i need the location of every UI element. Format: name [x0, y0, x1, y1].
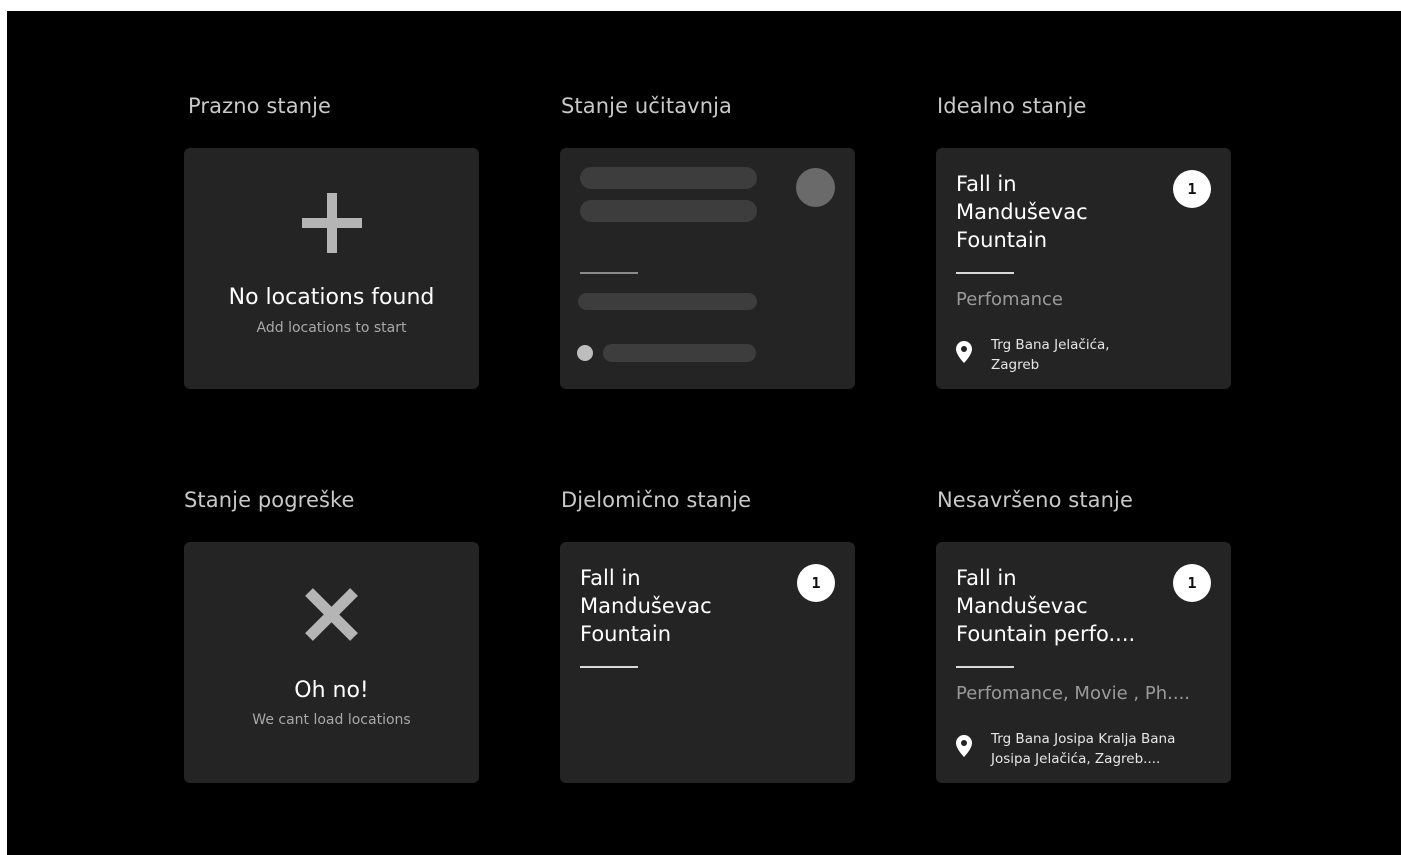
partial-state-title: Djelomično stanje — [561, 488, 752, 512]
ideal-state-title: Idealno stanje — [937, 94, 1087, 118]
imperfect-state-title: Nesavršeno stanje — [937, 488, 1134, 512]
location-category: Perfomance, Movie , Ph.... — [956, 683, 1191, 704]
skeleton-title-line-1 — [580, 167, 757, 189]
title-divider — [956, 666, 1014, 668]
count-badge: 1 — [1173, 564, 1211, 602]
plus-icon — [302, 193, 362, 253]
title-divider — [956, 272, 1014, 274]
skeleton-title-line-2 — [580, 200, 757, 222]
empty-state-card[interactable]: No locations found Add locations to star… — [184, 148, 479, 389]
ideal-location-card[interactable]: Fall in Manduševac Fountain 1 Perfomance… — [936, 148, 1231, 389]
title-divider — [580, 666, 638, 668]
skeleton-address — [603, 344, 756, 362]
error-state-heading: Oh no! — [294, 678, 369, 703]
imperfect-location-card[interactable]: Fall in Manduševac Fountain perfo.... 1 … — [936, 542, 1231, 783]
partial-location-card[interactable]: Fall in Manduševac Fountain 1 — [560, 542, 855, 783]
location-title: Fall in Manduševac Fountain perfo.... — [956, 566, 1136, 646]
location-title: Fall in Manduševac Fountain — [956, 172, 1088, 252]
error-state-card[interactable]: Oh no! We cant load locations — [184, 542, 479, 783]
loading-state-title: Stanje učitavnja — [561, 94, 733, 118]
skeleton-category — [578, 293, 757, 310]
location-category: Perfomance — [956, 289, 1063, 310]
error-state-title: Stanje pogreške — [184, 488, 355, 512]
skeleton-divider — [580, 272, 638, 274]
skeleton-badge — [796, 168, 835, 207]
empty-state-heading: No locations found — [228, 285, 435, 310]
location-address: Trg Bana Josipa Kralja Bana Josipa Jelač… — [991, 731, 1176, 767]
location-address: Trg Bana Jelačića, Zagreb — [991, 337, 1110, 373]
location-pin-icon — [956, 735, 972, 757]
error-state-subheading: We cant load locations — [252, 712, 411, 728]
count-badge: 1 — [797, 564, 835, 602]
close-icon — [305, 588, 358, 641]
location-pin-icon — [956, 341, 972, 363]
empty-state-subheading: Add locations to start — [256, 320, 407, 336]
loading-state-card — [560, 148, 855, 389]
states-board: Prazno stanje Stanje učitavnja Idealno s… — [7, 11, 1401, 855]
location-title: Fall in Manduševac Fountain — [580, 566, 712, 646]
skeleton-pin-dot — [577, 345, 593, 361]
count-badge: 1 — [1173, 170, 1211, 208]
empty-state-title: Prazno stanje — [188, 94, 332, 118]
